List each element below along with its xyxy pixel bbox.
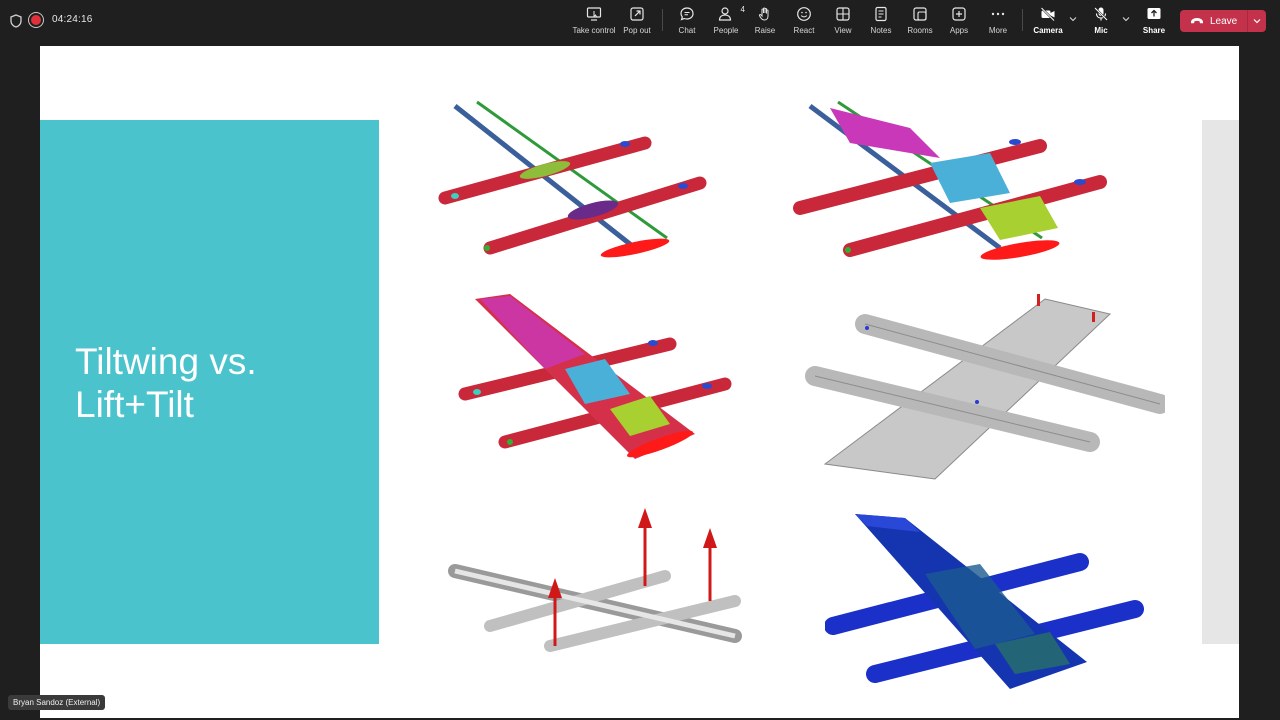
chat-label: Chat bbox=[678, 26, 696, 35]
notes-icon bbox=[875, 6, 887, 22]
more-label: More bbox=[988, 26, 1008, 35]
rooms-button[interactable]: Rooms bbox=[907, 6, 933, 38]
camera-off-icon bbox=[1040, 7, 1055, 22]
view-button[interactable]: View bbox=[833, 6, 853, 38]
hand-icon bbox=[758, 7, 769, 21]
camera-button[interactable]: Camera bbox=[1033, 6, 1063, 38]
leave-options-button[interactable] bbox=[1247, 10, 1266, 32]
pop-out-label: Pop out bbox=[623, 26, 651, 35]
apps-label: Apps bbox=[949, 26, 969, 35]
mic-label: Mic bbox=[1094, 26, 1108, 35]
pop-out-icon bbox=[630, 7, 644, 21]
add-app-icon bbox=[952, 7, 966, 21]
take-control-label: Take control bbox=[572, 26, 616, 35]
share-label: Share bbox=[1142, 26, 1166, 35]
aircraft-thrust-vectors-image bbox=[448, 508, 742, 652]
raise-hand-button[interactable]: Raise bbox=[755, 6, 775, 38]
aircraft-pressure-contour-image bbox=[825, 514, 1144, 689]
rooms-label: Rooms bbox=[907, 26, 933, 35]
mic-options-chevron-down-icon[interactable] bbox=[1121, 14, 1131, 24]
mic-off-icon bbox=[1094, 7, 1108, 21]
raise-label: Raise bbox=[754, 26, 776, 35]
notes-label: Notes bbox=[870, 26, 892, 35]
slide-title: Tiltwing vs. Lift+Tilt bbox=[75, 341, 257, 425]
pop-out-button[interactable]: Pop out bbox=[622, 6, 652, 38]
view-label: View bbox=[834, 26, 852, 35]
presentation-slide: Tiltwing vs. Lift+Tilt bbox=[40, 46, 1239, 718]
apps-button[interactable]: Apps bbox=[949, 6, 969, 38]
notes-button[interactable]: Notes bbox=[871, 6, 891, 38]
react-button[interactable]: React bbox=[793, 6, 815, 38]
toolbar-divider bbox=[1022, 9, 1023, 31]
recording-icon bbox=[31, 15, 41, 25]
mic-button[interactable]: Mic bbox=[1092, 6, 1110, 38]
aircraft-mesh-model-image bbox=[805, 294, 1165, 480]
slide-title-panel: Tiltwing vs. Lift+Tilt bbox=[40, 120, 379, 644]
camera-label: Camera bbox=[1033, 26, 1063, 35]
leave-button-group: Leave bbox=[1180, 10, 1266, 32]
share-screen-icon bbox=[1147, 8, 1161, 19]
chat-button[interactable]: Chat bbox=[677, 6, 697, 38]
aircraft-model-tiltwing-image bbox=[438, 100, 707, 258]
chat-icon bbox=[680, 7, 694, 21]
toolbar-divider bbox=[662, 9, 663, 31]
hang-up-icon bbox=[1191, 18, 1203, 24]
camera-options-chevron-down-icon[interactable] bbox=[1068, 14, 1078, 24]
grid-view-icon bbox=[836, 7, 850, 21]
aircraft-model-tiltwing-surface-image bbox=[458, 294, 732, 459]
react-label: React bbox=[793, 26, 815, 35]
more-icon bbox=[991, 12, 1005, 16]
more-button[interactable]: More bbox=[988, 6, 1008, 38]
slide-side-strip bbox=[1202, 120, 1239, 644]
people-icon bbox=[718, 7, 732, 21]
share-button[interactable]: Share bbox=[1142, 6, 1166, 38]
participant-name-tag: Bryan Sandoz (External) bbox=[8, 695, 106, 710]
rooms-icon bbox=[913, 7, 927, 21]
shield-icon bbox=[10, 14, 22, 28]
meeting-timer: 04:24:16 bbox=[52, 14, 93, 25]
take-control-icon bbox=[586, 7, 602, 21]
smiley-icon bbox=[797, 7, 811, 21]
people-count: 4 bbox=[740, 5, 745, 14]
leave-label: Leave bbox=[1210, 15, 1238, 27]
people-label: People bbox=[713, 26, 739, 35]
people-button[interactable]: 4 People bbox=[713, 5, 745, 38]
shared-screen-area: Tiltwing vs. Lift+Tilt bbox=[0, 42, 1280, 720]
take-control-button[interactable]: Take control bbox=[572, 6, 616, 38]
meeting-toolbar: 04:24:16 Take control Pop out Chat 4 Peo… bbox=[0, 0, 1280, 42]
aircraft-model-lift-tilt-image bbox=[793, 100, 1107, 260]
chevron-down-icon bbox=[1253, 19, 1261, 24]
leave-button[interactable]: Leave bbox=[1180, 10, 1247, 32]
